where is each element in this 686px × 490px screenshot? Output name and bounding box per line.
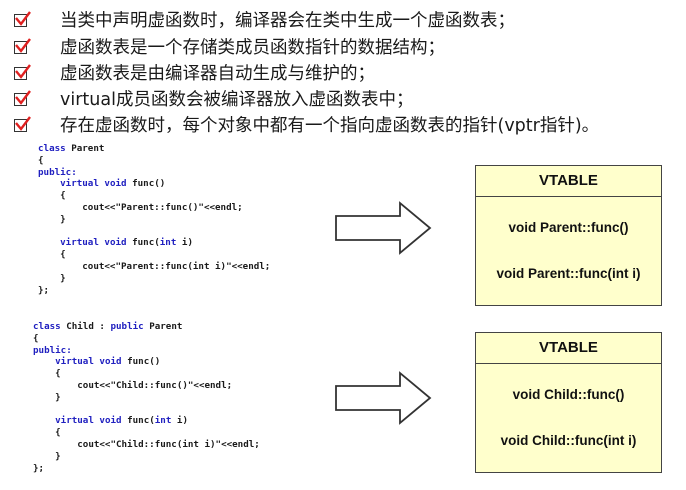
bullet-text: 虚函数表是由编译器自动生成与维护的； bbox=[60, 64, 375, 84]
bullet-text: 存在虚函数时，每个对象中都有一个指向虚函数表的指针(vptr指针)。 bbox=[60, 116, 600, 136]
bullet-item: 虚函数表是一个存储类成员函数指针的数据结构； bbox=[0, 35, 686, 61]
vtable-entry: void Parent::func() bbox=[508, 220, 629, 235]
checkbox-icon bbox=[14, 90, 31, 106]
child-vtable: VTABLE void Child::func() void Child::fu… bbox=[475, 332, 662, 473]
vtable-entry: void Child::func() bbox=[512, 387, 625, 402]
parent-vtable: VTABLE void Parent::func() void Parent::… bbox=[475, 165, 662, 306]
bullet-item: 存在虚函数时，每个对象中都有一个指向虚函数表的指针(vptr指针)。 bbox=[0, 113, 686, 139]
vtable-title: VTABLE bbox=[476, 166, 661, 197]
child-class-code: class Child : public Parent { public: vi… bbox=[33, 321, 260, 474]
right-arrow-icon bbox=[335, 201, 432, 255]
bullet-text: 当类中声明虚函数时，编译器会在类中生成一个虚函数表； bbox=[60, 11, 515, 31]
bullet-item: 虚函数表是由编译器自动生成与维护的； bbox=[0, 61, 686, 87]
vtable-title: VTABLE bbox=[476, 333, 661, 364]
checkbox-icon bbox=[14, 11, 31, 27]
vtable-entry: void Child::func(int i) bbox=[500, 433, 637, 448]
checkbox-icon bbox=[14, 116, 31, 132]
bullet-item: virtual成员函数会被编译器放入虚函数表中； bbox=[0, 87, 686, 113]
bullet-text: virtual成员函数会被编译器放入虚函数表中； bbox=[60, 90, 414, 110]
checkbox-icon bbox=[14, 64, 31, 80]
parent-class-code: class Parent { public: virtual void func… bbox=[38, 143, 271, 296]
bullet-item: 当类中声明虚函数时，编译器会在类中生成一个虚函数表； bbox=[0, 8, 686, 34]
vtable-entry: void Parent::func(int i) bbox=[496, 266, 641, 281]
bullet-text: 虚函数表是一个存储类成员函数指针的数据结构； bbox=[60, 38, 445, 58]
checkbox-icon bbox=[14, 38, 31, 54]
right-arrow-icon bbox=[335, 371, 432, 425]
